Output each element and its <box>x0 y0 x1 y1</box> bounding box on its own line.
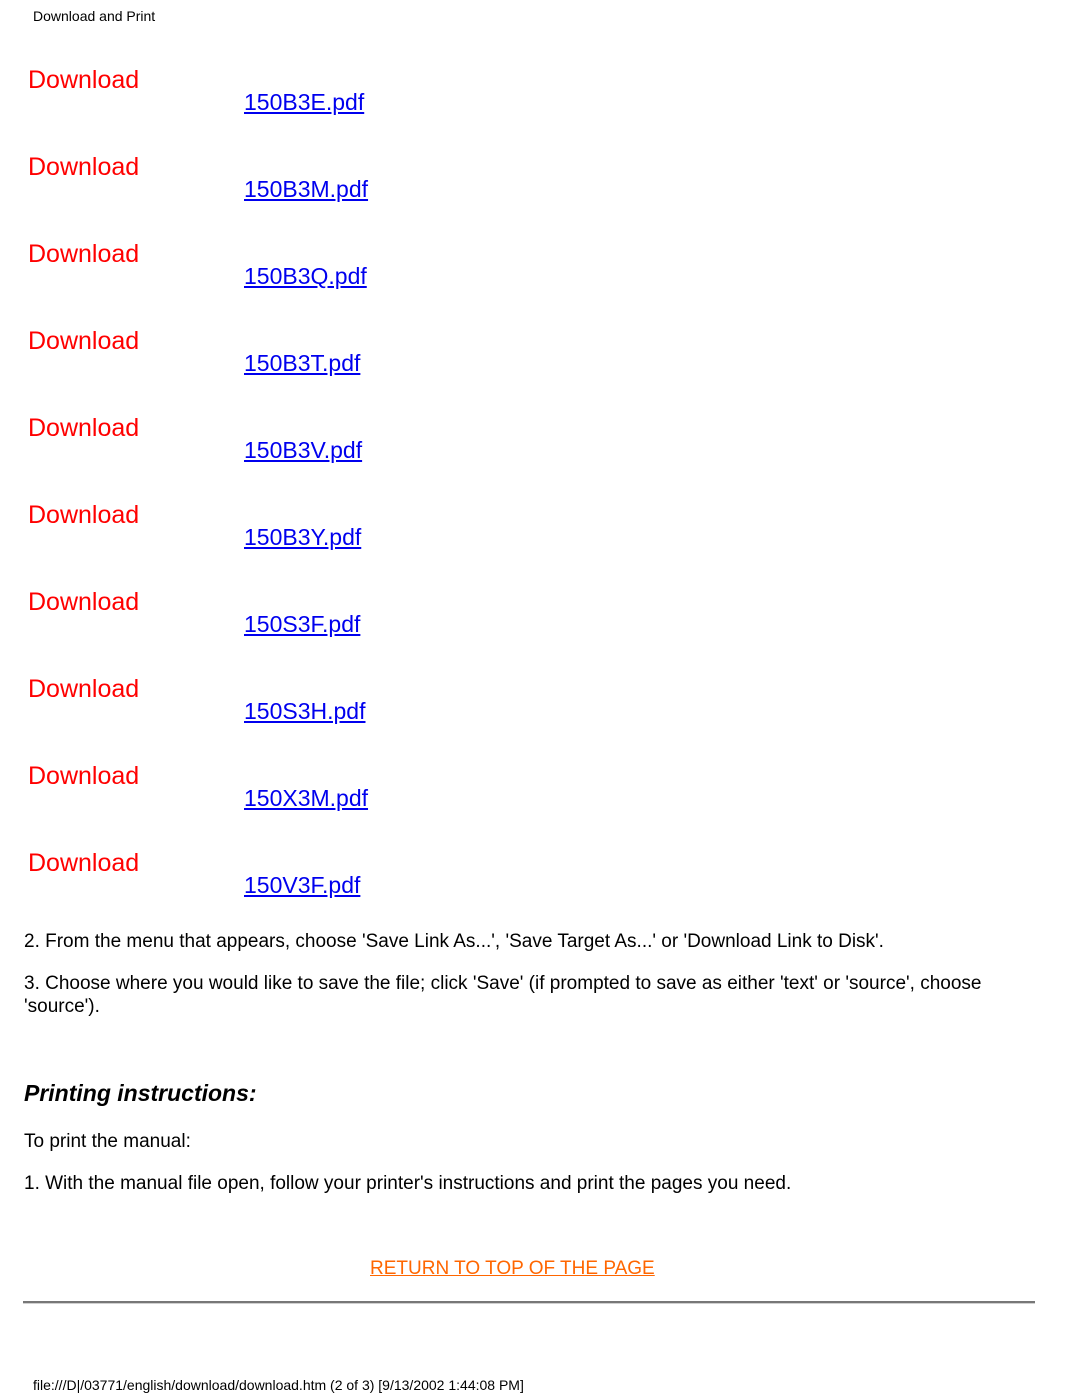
pdf-file-link[interactable]: 150S3F.pdf <box>244 610 360 638</box>
horizontal-divider <box>23 1301 1035 1304</box>
download-row: Download 150B3V.pdf <box>0 413 600 500</box>
download-label: Download <box>28 240 140 268</box>
download-label: Download <box>28 501 140 529</box>
pdf-file-link[interactable]: 150B3E.pdf <box>244 88 364 116</box>
pdf-file-link[interactable]: 150S3H.pdf <box>244 697 365 725</box>
pdf-file-link[interactable]: 150X3M.pdf <box>244 784 368 812</box>
download-label: Download <box>28 762 140 790</box>
download-row: Download 150B3T.pdf <box>0 326 600 413</box>
return-to-top-link[interactable]: RETURN TO TOP OF THE PAGE <box>370 1258 655 1280</box>
page-header-title: Download and Print <box>33 8 156 24</box>
pdf-file-link[interactable]: 150B3Q.pdf <box>244 262 367 290</box>
pdf-file-link[interactable]: 150B3M.pdf <box>244 175 368 203</box>
instruction-step-3: 3. Choose where you would like to save t… <box>24 973 982 1017</box>
download-label: Download <box>28 66 140 94</box>
download-label: Download <box>28 849 140 877</box>
pdf-file-link[interactable]: 150B3T.pdf <box>244 349 360 377</box>
pdf-file-link[interactable]: 150B3V.pdf <box>244 436 362 464</box>
download-label: Download <box>28 675 140 703</box>
printing-step-1: 1. With the manual file open, follow you… <box>24 1173 792 1194</box>
page-footer-path: file:///D|/03771/english/download/downlo… <box>33 1377 524 1393</box>
download-label: Download <box>28 153 140 181</box>
download-label: Download <box>28 588 140 616</box>
download-row: Download 150B3Y.pdf <box>0 500 600 587</box>
printing-instructions-heading: Printing instructions: <box>24 1080 257 1106</box>
download-label: Download <box>28 414 140 442</box>
download-label: Download <box>28 327 140 355</box>
download-row: Download 150S3F.pdf <box>0 587 600 674</box>
instruction-step-2: 2. From the menu that appears, choose 'S… <box>24 931 884 952</box>
printing-intro: To print the manual: <box>24 1131 191 1152</box>
pdf-file-link[interactable]: 150V3F.pdf <box>244 871 360 899</box>
download-row: Download 150B3Q.pdf <box>0 239 600 326</box>
pdf-file-link[interactable]: 150B3Y.pdf <box>244 523 361 551</box>
download-row: Download 150S3H.pdf <box>0 674 600 761</box>
download-row: Download 150X3M.pdf <box>0 761 600 848</box>
download-row: Download 150V3F.pdf <box>0 848 600 935</box>
download-row: Download 150B3E.pdf <box>0 65 600 152</box>
download-row: Download 150B3M.pdf <box>0 152 600 239</box>
